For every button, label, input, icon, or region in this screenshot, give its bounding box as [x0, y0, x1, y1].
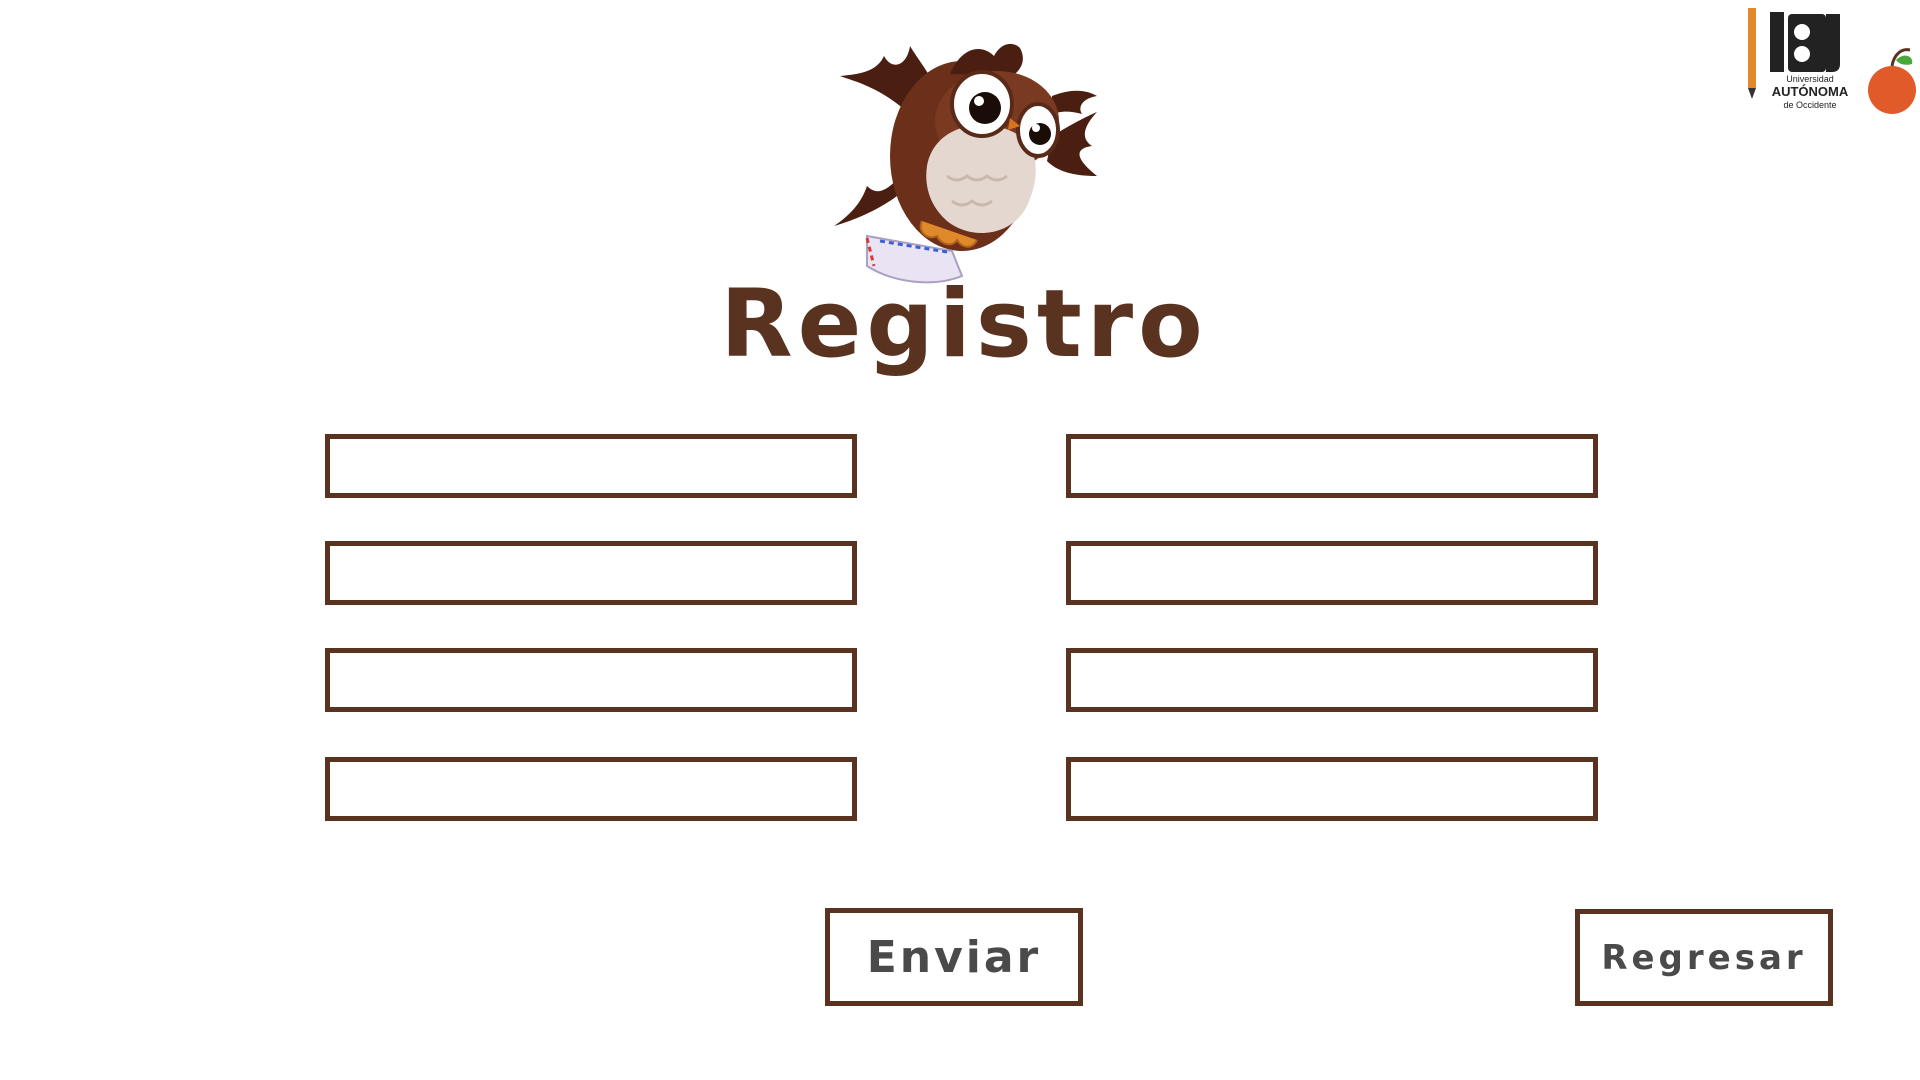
- form-field-6[interactable]: [1066, 541, 1598, 605]
- form-field-1[interactable]: [325, 434, 857, 498]
- form-field-8[interactable]: [1066, 757, 1598, 821]
- submit-button[interactable]: Enviar: [825, 908, 1083, 1006]
- back-button[interactable]: Regresar: [1575, 909, 1833, 1006]
- logo-text-line1: Universidad: [1786, 74, 1834, 84]
- form-field-7[interactable]: [1066, 648, 1598, 712]
- form-field-2[interactable]: [325, 541, 857, 605]
- form-field-4[interactable]: [325, 757, 857, 821]
- page-title: Registro: [720, 270, 1208, 379]
- university-logo: Universidad AUTÓNOMA de Occidente: [1748, 8, 1916, 114]
- logo-text-line2: AUTÓNOMA: [1772, 84, 1849, 99]
- owl-mascot-image: [834, 43, 1097, 284]
- form-field-3[interactable]: [325, 648, 857, 712]
- logo-text-line3: de Occidente: [1783, 100, 1836, 110]
- form-field-5[interactable]: [1066, 434, 1598, 498]
